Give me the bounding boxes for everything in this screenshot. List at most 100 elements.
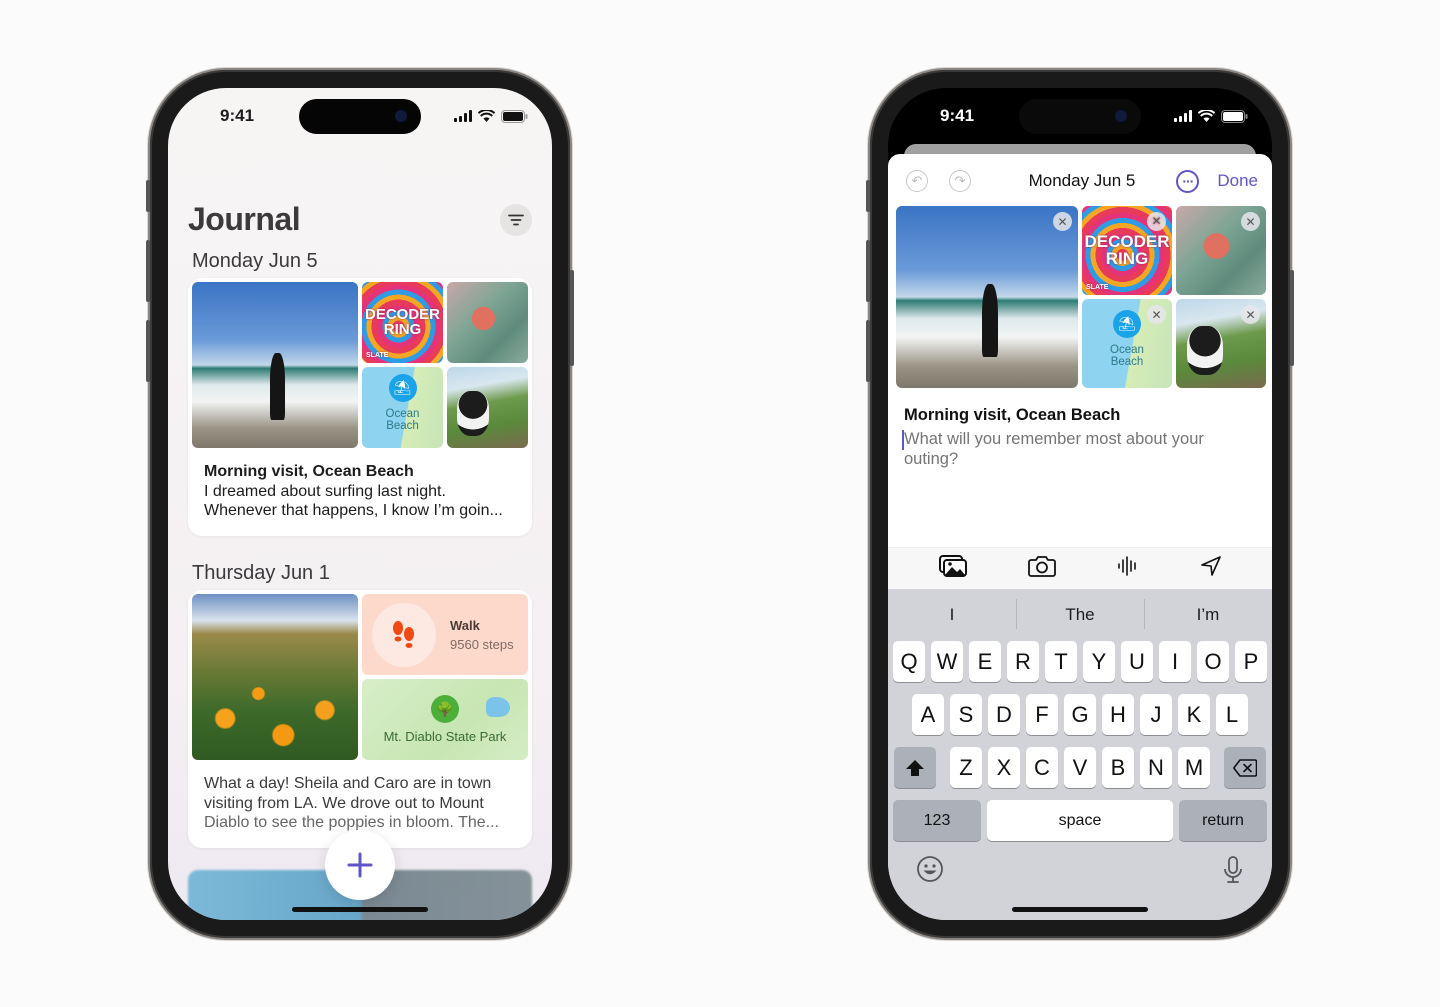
key-e[interactable]: E xyxy=(969,641,1001,682)
done-button[interactable]: Done xyxy=(1217,171,1258,191)
key-u[interactable]: U xyxy=(1121,641,1153,682)
attachment-podcast[interactable]: DECODER RING SLATE ✕ xyxy=(1082,206,1172,295)
location-label: Ocean Beach xyxy=(386,408,420,432)
key-k[interactable]: K xyxy=(1178,694,1210,735)
action-button xyxy=(866,180,870,212)
location-tile-mt-diablo[interactable]: 🌳 Mt. Diablo State Park xyxy=(362,679,528,760)
journal-entry-card[interactable]: Walk 9560 steps 🌳 Mt. Diablo State Park … xyxy=(188,590,532,848)
volume-down-button xyxy=(146,320,150,382)
return-key[interactable]: return xyxy=(1179,800,1267,841)
key-o[interactable]: O xyxy=(1197,641,1229,682)
volume-up-button xyxy=(146,240,150,302)
photo-shell[interactable] xyxy=(447,282,528,363)
location-button[interactable] xyxy=(1200,555,1222,582)
cellular-signal-icon xyxy=(454,110,472,122)
key-p[interactable]: P xyxy=(1235,641,1267,682)
key-r[interactable]: R xyxy=(1007,641,1039,682)
entry-body-input[interactable] xyxy=(904,429,1232,473)
key-t[interactable]: T xyxy=(1045,641,1077,682)
filter-button[interactable] xyxy=(500,203,532,236)
entry-preview: Morning visit, Ocean Beach I dreamed abo… xyxy=(192,448,528,531)
entry-title: Morning visit, Ocean Beach xyxy=(204,463,414,480)
audio-recording-button[interactable] xyxy=(1117,555,1139,582)
key-q[interactable]: Q xyxy=(893,641,925,682)
dictation-button[interactable] xyxy=(1222,855,1244,890)
ellipsis-icon: ··· xyxy=(1182,173,1194,189)
space-key[interactable]: space xyxy=(987,800,1173,841)
action-button xyxy=(146,180,150,212)
editor-screen: 9:41 ↶ ↷ Monday Jun 5 ··· Done ✕ DECODER… xyxy=(888,88,1272,920)
remove-attachment-button[interactable]: ✕ xyxy=(1241,305,1260,324)
map-lake xyxy=(486,697,510,717)
attachment-location-ocean-beach[interactable]: ⛱ Ocean Beach ✕ xyxy=(1082,299,1172,388)
more-options-button[interactable]: ··· xyxy=(1176,169,1200,193)
location-tile-ocean-beach[interactable]: ⛱ Ocean Beach xyxy=(362,367,443,448)
key-d[interactable]: D xyxy=(988,694,1020,735)
photo-dog[interactable] xyxy=(447,367,528,448)
key-y[interactable]: Y xyxy=(1083,641,1115,682)
new-entry-button[interactable] xyxy=(325,830,395,900)
key-j[interactable]: J xyxy=(1140,694,1172,735)
camera-button[interactable] xyxy=(1027,555,1056,582)
key-s[interactable]: S xyxy=(950,694,982,735)
keyboard-letters: ZXCVBNM xyxy=(950,747,1210,788)
keyboard-row-2: ASDFGHJKL xyxy=(888,694,1272,735)
attachment-photo-ocean-beach[interactable]: ✕ xyxy=(896,206,1078,388)
key-c[interactable]: C xyxy=(1026,747,1058,788)
key-f[interactable]: F xyxy=(1026,694,1058,735)
attachment-photo-shell[interactable]: ✕ xyxy=(1176,206,1266,295)
key-v[interactable]: V xyxy=(1064,747,1096,788)
audio-waveform-icon xyxy=(1117,556,1136,576)
volume-down-button xyxy=(866,320,870,382)
key-w[interactable]: W xyxy=(931,641,963,682)
key-l[interactable]: L xyxy=(1216,694,1248,735)
keyboard-row-4: 123 space return xyxy=(888,800,1272,841)
remove-attachment-button[interactable]: ✕ xyxy=(1053,212,1072,231)
redo-button[interactable]: ↷ xyxy=(949,170,971,192)
photo-library-button[interactable] xyxy=(938,555,967,582)
key-x[interactable]: X xyxy=(988,747,1020,788)
home-indicator[interactable] xyxy=(1012,907,1148,912)
key-n[interactable]: N xyxy=(1140,747,1172,788)
microphone-icon xyxy=(1224,856,1242,883)
attachment-grid: ✕ DECODER RING SLATE ✕ ✕ ⛱ Ocean Beach ✕… xyxy=(896,206,1266,388)
section-date: Jun 1 xyxy=(280,562,330,584)
keyboard-extras xyxy=(916,855,1244,890)
home-indicator[interactable] xyxy=(292,907,428,912)
suggestion[interactable]: I xyxy=(888,605,1016,625)
undo-button[interactable]: ↶ xyxy=(906,170,928,192)
dynamic-island xyxy=(299,99,421,134)
beach-umbrella-icon: ⛱ xyxy=(388,373,417,402)
key-g[interactable]: G xyxy=(1064,694,1096,735)
key-a[interactable]: A xyxy=(912,694,944,735)
attachment-photo-dog[interactable]: ✕ xyxy=(1176,299,1266,388)
remove-attachment-button[interactable]: ✕ xyxy=(1241,212,1260,231)
workout-label: Walk xyxy=(450,617,480,633)
shift-key[interactable] xyxy=(894,747,936,788)
podcast-publisher: SLATE xyxy=(1086,284,1109,292)
entry-title-field[interactable]: Morning visit, Ocean Beach xyxy=(904,406,1120,425)
key-b[interactable]: B xyxy=(1102,747,1134,788)
suggestion[interactable]: The xyxy=(1016,599,1144,629)
remove-attachment-button[interactable]: ✕ xyxy=(1147,305,1166,324)
power-button xyxy=(570,270,574,366)
key-m[interactable]: M xyxy=(1178,747,1210,788)
entry-editor-sheet: ↶ ↷ Monday Jun 5 ··· Done ✕ DECODER RING… xyxy=(888,154,1272,920)
delete-key[interactable] xyxy=(1224,747,1266,788)
key-h[interactable]: H xyxy=(1102,694,1134,735)
emoji-button[interactable] xyxy=(916,855,944,890)
entry-line-2: Whenever that happens, I know I’m goin..… xyxy=(204,502,503,519)
key-z[interactable]: Z xyxy=(950,747,982,788)
close-icon: ✕ xyxy=(1151,213,1162,228)
key-i[interactable]: I xyxy=(1159,641,1191,682)
photo-ocean-beach[interactable] xyxy=(192,282,358,448)
numbers-key[interactable]: 123 xyxy=(893,800,981,841)
workout-tile[interactable]: Walk 9560 steps xyxy=(362,594,528,675)
podcast-tile[interactable]: DECODER RING SLATE xyxy=(362,282,443,363)
journal-entry-card[interactable]: DECODER RING SLATE ⛱ Ocean Beach Morning… xyxy=(188,278,532,536)
workout-icon-bg xyxy=(372,602,436,667)
remove-attachment-button[interactable]: ✕ xyxy=(1147,212,1166,231)
location-label-line1: Ocean xyxy=(385,407,420,420)
photo-poppies[interactable] xyxy=(192,594,358,760)
suggestion[interactable]: I’m xyxy=(1144,599,1272,629)
